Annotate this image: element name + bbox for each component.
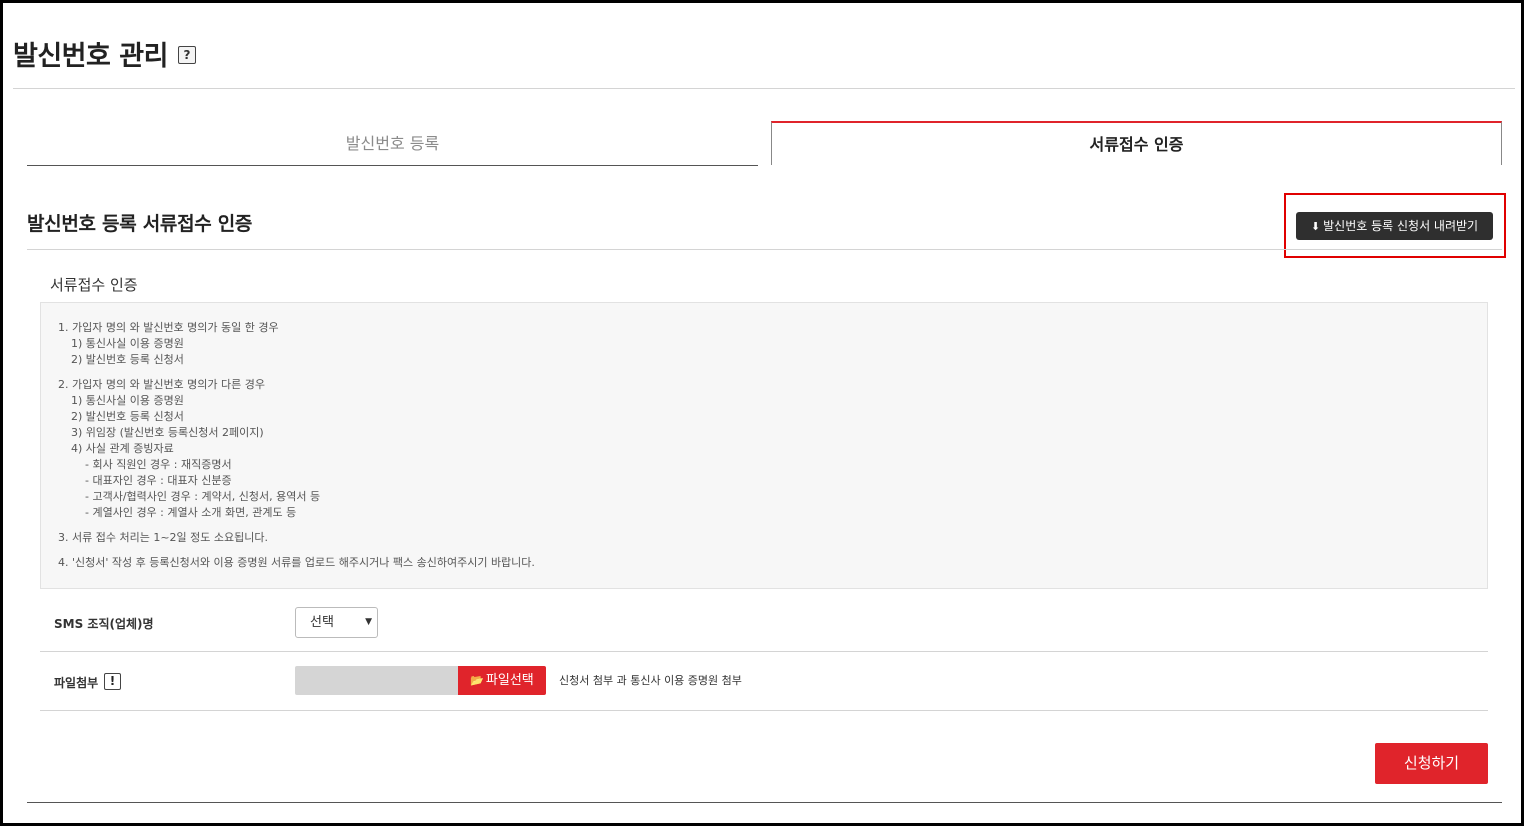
section-title: 발신번호 등록 서류접수 인증 (27, 213, 253, 235)
download-button-label: 발신번호 등록 신청서 내려받기 (1323, 219, 1479, 233)
help-icon[interactable]: ? (178, 46, 196, 64)
org-name-select[interactable]: 선택 ▼ (295, 607, 378, 638)
file-select-label: 파일선택 (485, 673, 534, 688)
info-line: 2) 발신번호 등록 신청서 (71, 353, 184, 366)
submit-button[interactable]: 신청하기 (1375, 743, 1488, 784)
info-line: 3) 위임장 (발신번호 등록신청서 2페이지) (71, 426, 264, 439)
info-line: 3. 서류 접수 처리는 1~2일 정도 소요됩니다. (58, 531, 268, 544)
info-line: 1. 가입자 명의 와 발신번호 명의가 동일 한 경우 (58, 321, 279, 334)
exclamation-icon[interactable]: ! (104, 673, 121, 690)
title-divider (13, 88, 1515, 89)
file-attach-label: 파일첨부 (54, 676, 99, 690)
org-name-select-value: 선택 (310, 615, 334, 630)
file-select-button[interactable]: 📂 파일선택 (458, 666, 546, 695)
file-path-field[interactable] (295, 666, 459, 695)
org-name-label: SMS 조직(업체)명 (54, 617, 154, 631)
info-line: - 고객사/협력사인 경우 : 계약서, 신청서, 용역서 등 (85, 490, 321, 503)
bottom-divider (27, 802, 1502, 803)
info-line: 4. '신청서' 작성 후 등록신청서와 이용 증명원 서류를 업로드 해주시거… (58, 556, 535, 569)
folder-open-icon: 📂 (470, 674, 484, 687)
form-row-divider (40, 710, 1488, 711)
info-line: 4) 사실 관계 증빙자료 (71, 442, 174, 455)
info-line: 1) 통신사실 이용 증명원 (71, 337, 184, 350)
info-line: - 회사 직원인 경우 : 재직증명서 (85, 458, 232, 471)
info-line: 2. 가입자 명의 와 발신번호 명의가 다른 경우 (58, 378, 266, 391)
tab-sender-number-registration[interactable]: 발신번호 등록 (27, 121, 758, 166)
form-row-divider (40, 651, 1488, 652)
download-icon: ⬇ (1310, 220, 1321, 233)
tab-document-verification[interactable]: 서류접수 인증 (771, 121, 1502, 165)
section-divider (27, 249, 1502, 250)
file-attach-hint: 신청서 첨부 과 통신사 이용 증명원 첨부 (559, 674, 742, 687)
info-box: 1. 가입자 명의 와 발신번호 명의가 동일 한 경우 1) 통신사실 이용 … (40, 302, 1488, 589)
info-line: - 대표자인 경우 : 대표자 신분증 (85, 474, 232, 487)
info-subtitle: 서류접수 인증 (50, 276, 138, 294)
info-line: - 계열사인 경우 : 계열사 소개 화면, 관계도 등 (85, 506, 297, 519)
caret-down-icon: ▼ (365, 617, 372, 627)
page-title: 발신번호 관리 (13, 41, 168, 72)
info-line: 2) 발신번호 등록 신청서 (71, 410, 184, 423)
info-line: 1) 통신사실 이용 증명원 (71, 394, 184, 407)
download-application-button[interactable]: ⬇ 발신번호 등록 신청서 내려받기 (1296, 212, 1493, 240)
